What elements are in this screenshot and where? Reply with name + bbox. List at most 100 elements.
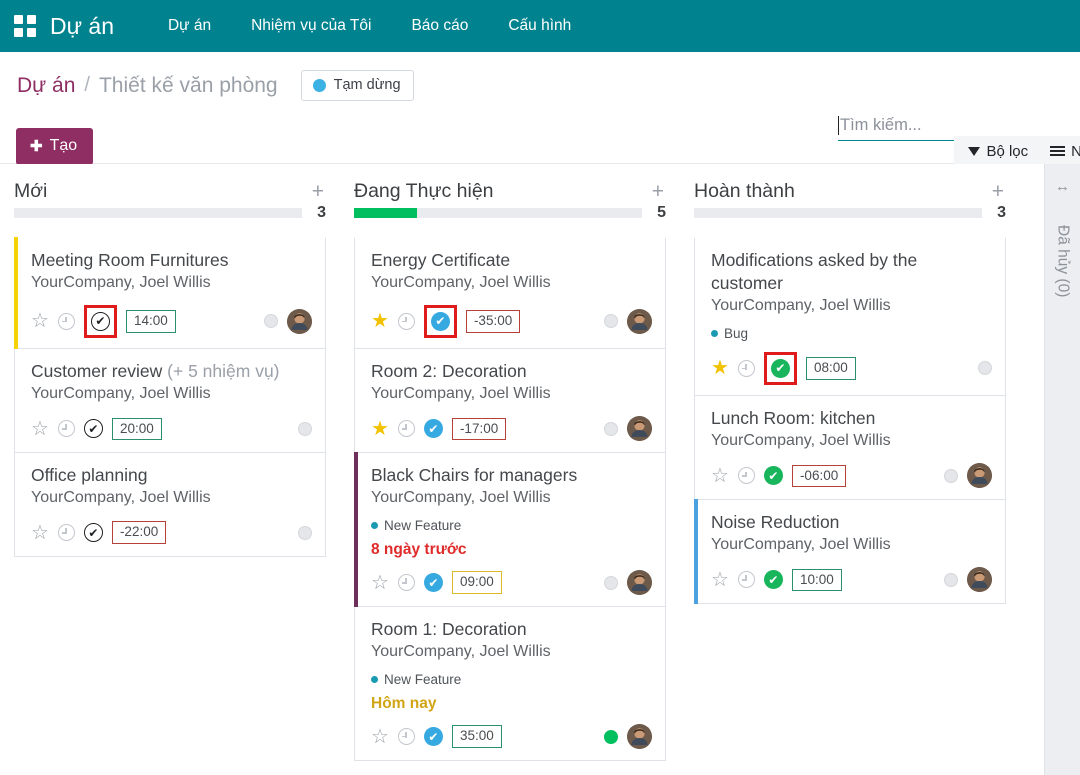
kanban-card[interactable]: Room 1: DecorationYourCompany, Joel Will… [354,607,666,761]
clock-icon[interactable] [58,420,75,437]
check-circle-icon[interactable]: ✔ [91,312,110,331]
group-by-button[interactable]: N [1050,143,1080,160]
card-status-dot[interactable] [298,526,312,540]
card-time-badge[interactable]: -22:00 [112,521,166,544]
card-tag[interactable]: New Feature [371,672,652,687]
star-icon[interactable]: ★ [371,311,389,331]
kanban-card[interactable]: Noise ReductionYourCompany, Joel Willis☆… [694,500,1006,604]
nav-link-configuration[interactable]: Cấu hình [488,0,591,52]
card-time-badge[interactable]: -17:00 [452,418,506,441]
check-circle-icon[interactable]: ✔ [424,573,443,592]
column-progress: 3 [694,204,1006,238]
card-time-badge[interactable]: 20:00 [112,418,162,441]
kanban-card[interactable]: Lunch Room: kitchenYourCompany, Joel Wil… [694,396,1006,500]
apps-grid-icon[interactable] [14,15,36,37]
card-status-dot[interactable] [604,422,618,436]
kanban-card[interactable]: Modifications asked by the customerYourC… [694,238,1006,396]
text-caret [838,116,839,135]
check-circle-icon[interactable]: ✔ [84,523,103,542]
star-icon[interactable]: ☆ [371,573,389,593]
filter-button[interactable]: Bộ lọc [968,143,1028,160]
card-status-dot[interactable] [944,573,958,587]
card-status-dot[interactable] [604,576,618,590]
clock-icon[interactable] [398,574,415,591]
card-time-badge[interactable]: -35:00 [466,310,520,333]
breadcrumb-root[interactable]: Dự án [17,74,75,98]
card-tag[interactable]: Bug [711,326,992,341]
clock-icon[interactable] [58,524,75,541]
column-title[interactable]: Đang Thực hiện [354,180,652,203]
kanban-card[interactable]: Energy CertificateYourCompany, Joel Will… [354,238,666,349]
star-icon[interactable]: ☆ [31,311,49,331]
avatar[interactable] [287,309,312,334]
status-badge[interactable]: Tạm dừng [301,70,414,101]
create-button[interactable]: ✚ Tạo [16,128,93,165]
progress-bar[interactable] [354,208,642,218]
nav-link-projects[interactable]: Dự án [148,0,231,52]
column-title[interactable]: Mới [14,180,312,203]
card-status-dot[interactable] [604,730,618,744]
kanban-card[interactable]: Black Chairs for managersYourCompany, Jo… [354,453,666,607]
progress-bar[interactable] [14,208,302,218]
card-subtitle: YourCompany, Joel Willis [31,273,312,294]
star-icon[interactable]: ☆ [31,523,49,543]
nav-link-my-tasks[interactable]: Nhiệm vụ của Tôi [231,0,391,52]
clock-icon[interactable] [58,313,75,330]
card-time-badge[interactable]: -06:00 [792,465,846,488]
kanban-card[interactable]: Meeting Room FurnituresYourCompany, Joel… [14,238,326,349]
breadcrumb-separator: / [84,74,90,97]
avatar[interactable] [967,463,992,488]
avatar[interactable] [627,724,652,749]
card-time-badge[interactable]: 10:00 [792,569,842,592]
check-circle-icon[interactable]: ✔ [764,570,783,589]
progress-bar[interactable] [694,208,982,218]
avatar[interactable] [627,416,652,441]
card-time-badge[interactable]: 14:00 [126,310,176,333]
collapsed-column-cancelled[interactable]: ↔ Đã hủy (0) [1044,164,1080,775]
check-circle-icon[interactable]: ✔ [431,312,450,331]
check-circle-icon[interactable]: ✔ [424,727,443,746]
card-status-dot[interactable] [298,422,312,436]
clock-icon[interactable] [398,313,415,330]
column-add-card-button[interactable]: + [992,181,1006,202]
column-title[interactable]: Hoàn thành [694,180,992,203]
avatar[interactable] [627,309,652,334]
card-status-dot[interactable] [944,469,958,483]
star-icon[interactable]: ★ [711,358,729,378]
card-status-dot[interactable] [264,314,278,328]
column-add-card-button[interactable]: + [652,181,666,202]
card-tag[interactable]: New Feature [371,518,652,533]
check-circle-icon[interactable]: ✔ [764,466,783,485]
star-icon[interactable]: ☆ [711,570,729,590]
clock-icon[interactable] [738,360,755,377]
card-status-dot[interactable] [604,314,618,328]
kanban-card[interactable]: Customer review (+ 5 nhiệm vụ)YourCompan… [14,349,326,453]
card-time-badge[interactable]: 09:00 [452,571,502,594]
avatar[interactable] [967,567,992,592]
status-dot-icon [313,79,326,92]
check-circle-icon[interactable]: ✔ [771,359,790,378]
nav-link-reports[interactable]: Báo cáo [391,0,488,52]
card-status-dot[interactable] [978,361,992,375]
star-icon[interactable]: ☆ [371,727,389,747]
kanban-card[interactable]: Office planningYourCompany, Joel Willis☆… [14,453,326,557]
clock-icon[interactable] [398,420,415,437]
card-subtitle: YourCompany, Joel Willis [31,488,312,509]
check-circle-icon[interactable]: ✔ [424,419,443,438]
star-icon[interactable]: ☆ [31,419,49,439]
star-icon[interactable]: ★ [371,419,389,439]
clock-icon[interactable] [738,467,755,484]
star-icon[interactable]: ☆ [711,466,729,486]
card-time-badge[interactable]: 08:00 [806,357,856,380]
clock-icon[interactable] [398,728,415,745]
view-toolbar: Bộ lọc N [954,136,1080,166]
kanban-card[interactable]: Room 2: DecorationYourCompany, Joel Will… [354,349,666,453]
check-circle-icon[interactable]: ✔ [84,419,103,438]
avatar[interactable] [627,570,652,595]
resize-horizontal-icon[interactable]: ↔ [1055,178,1070,195]
card-time-badge[interactable]: 35:00 [452,725,502,748]
clock-icon[interactable] [738,571,755,588]
column-add-card-button[interactable]: + [312,181,326,202]
app-brand-title[interactable]: Dự án [50,13,114,40]
check-region: ✔ [764,466,783,485]
